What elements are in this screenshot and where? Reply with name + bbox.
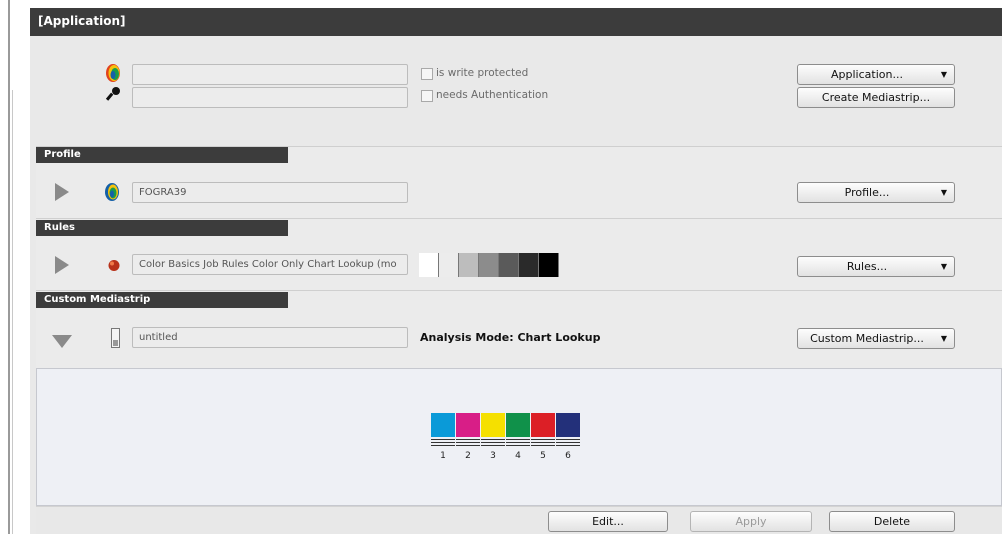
gray-ramp-swatch <box>539 253 559 277</box>
write-protected-label: is write protected <box>436 67 529 79</box>
patch-underline <box>431 442 455 443</box>
rules-section-header: Rules <box>36 220 288 236</box>
application-name-field[interactable] <box>132 64 408 85</box>
mediastrip-patch <box>431 413 455 437</box>
authentication-field[interactable] <box>132 87 408 108</box>
write-protected-checkbox[interactable] <box>421 68 433 80</box>
needs-authentication-checkbox[interactable] <box>421 90 433 102</box>
patch-underline <box>506 445 530 446</box>
apply-button[interactable]: Apply <box>690 511 812 532</box>
patch-underline <box>531 439 555 440</box>
custom-mediastrip-section-header: Custom Mediastrip <box>36 292 288 308</box>
profile-field[interactable]: FOGRA39 <box>132 182 408 203</box>
collapse-arrow-icon[interactable] <box>52 335 72 348</box>
patch-underline <box>531 442 555 443</box>
gray-ramp-swatch <box>519 253 539 277</box>
mediastrip-patch <box>556 413 580 437</box>
gray-ramp-swatch <box>439 253 459 277</box>
chevron-down-icon: ▼ <box>940 334 947 343</box>
patch-number: 2 <box>465 451 471 461</box>
custom-mediastrip-dropdown-button[interactable]: Custom Mediastrip... ▼ <box>797 328 955 349</box>
window-border <box>8 0 10 534</box>
application-dropdown-button[interactable]: Application... ▼ <box>797 64 955 85</box>
chevron-down-icon: ▼ <box>940 70 947 79</box>
patch-underline <box>556 439 580 440</box>
profile-section-header: Profile <box>36 147 288 163</box>
mediastrip-patch <box>456 413 480 437</box>
patch-number: 5 <box>540 451 546 461</box>
mediastrip-patch-column: 6 <box>556 413 580 461</box>
edit-button-label: Edit... <box>592 515 624 528</box>
mediastrip-patch-column: 3 <box>481 413 505 461</box>
create-mediastrip-label: Create Mediastrip... <box>821 91 931 104</box>
rules-dropdown-button[interactable]: Rules... ▼ <box>797 256 955 277</box>
patch-number: 4 <box>515 451 521 461</box>
application-logo-icon <box>104 63 122 83</box>
mediastrip-patch-column: 4 <box>506 413 530 461</box>
mediastrip-patch <box>531 413 555 437</box>
gray-ramp-swatch <box>479 253 499 277</box>
expand-arrow-icon[interactable] <box>55 183 69 201</box>
patch-underline <box>456 439 480 440</box>
custom-mediastrip-field[interactable]: untitled <box>132 327 408 348</box>
patch-underline <box>556 445 580 446</box>
analysis-mode-label: Analysis Mode: Chart Lookup <box>420 331 601 344</box>
patch-number: 6 <box>565 451 571 461</box>
title-bar: [Application] <box>30 8 1002 36</box>
mediastrip-patch-column: 1 <box>431 413 455 461</box>
mediastrip-icon <box>111 328 120 348</box>
patch-underline <box>531 445 555 446</box>
needs-authentication-label: needs Authentication <box>436 89 549 101</box>
create-mediastrip-button[interactable]: Create Mediastrip... <box>797 87 955 108</box>
patch-underline <box>481 445 505 446</box>
rules-field[interactable]: Color Basics Job Rules Color Only Chart … <box>132 254 408 275</box>
patch-underline <box>431 439 455 440</box>
window-divider <box>12 90 13 534</box>
patch-underline <box>431 445 455 446</box>
edit-button[interactable]: Edit... <box>548 511 668 532</box>
gray-ramp-swatch <box>419 253 439 277</box>
delete-button-label: Delete <box>873 515 911 528</box>
mediastrip-patch-column: 2 <box>456 413 480 461</box>
patch-underline <box>481 442 505 443</box>
delete-button[interactable]: Delete <box>829 511 955 532</box>
custom-mediastrip-button-label: Custom Mediastrip... <box>810 332 924 345</box>
rules-icon <box>107 258 121 272</box>
profile-dropdown-button[interactable]: Profile... ▼ <box>797 182 955 203</box>
patch-underline <box>481 439 505 440</box>
mediastrip-patch <box>506 413 530 437</box>
patch-underline <box>506 439 530 440</box>
patch-underline <box>456 445 480 446</box>
gray-ramp-swatch <box>459 253 479 277</box>
window-title: [Application] <box>38 14 126 28</box>
apply-button-label: Apply <box>735 515 767 528</box>
rules-button-label: Rules... <box>846 260 888 273</box>
expand-arrow-icon[interactable] <box>55 256 69 274</box>
key-icon <box>105 86 122 102</box>
gray-ramp-swatch <box>499 253 519 277</box>
patch-underline <box>556 442 580 443</box>
chevron-down-icon: ▼ <box>940 188 947 197</box>
patch-number: 3 <box>490 451 496 461</box>
patch-underline <box>456 442 480 443</box>
patch-underline <box>506 442 530 443</box>
profile-button-label: Profile... <box>844 186 890 199</box>
mediastrip-patches: 1 2 3 4 5 6 <box>431 413 580 461</box>
mediastrip-patch-column: 5 <box>531 413 555 461</box>
mediastrip-patch <box>481 413 505 437</box>
gray-ramp <box>419 253 559 277</box>
patch-number: 1 <box>440 451 446 461</box>
chevron-down-icon: ▼ <box>940 262 947 271</box>
application-button-label: Application... <box>831 68 903 81</box>
profile-icon <box>103 182 121 202</box>
